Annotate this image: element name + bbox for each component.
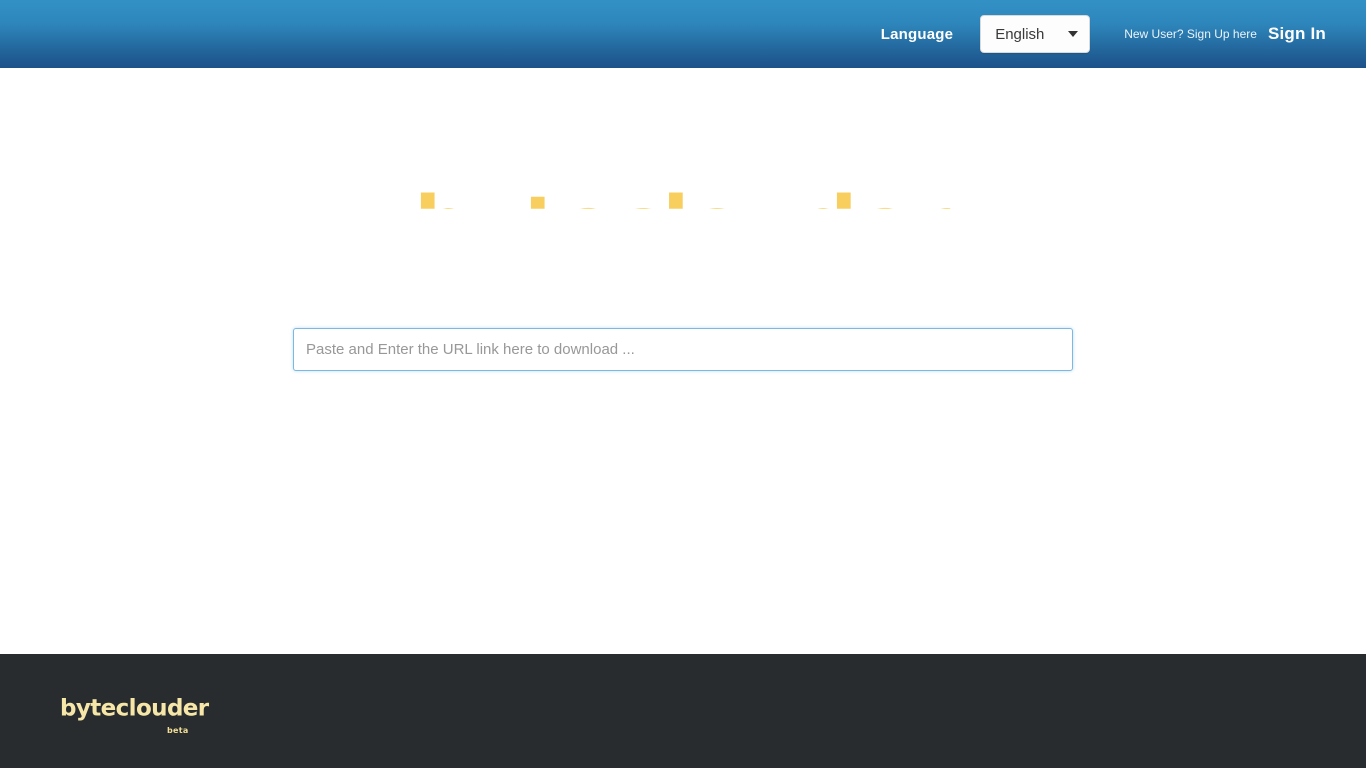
language-select-value: English (995, 25, 1045, 43)
footer-logo: byteclouder (60, 695, 209, 722)
site-header: Language English New User? Sign Up here … (0, 0, 1366, 68)
brand-title-container: byteclouder (0, 178, 1366, 328)
page-title: byteclouder (414, 181, 952, 271)
footer-logo-beta-badge: beta (167, 726, 189, 735)
url-input-container (293, 328, 1073, 371)
signup-link[interactable]: New User? Sign Up here (1124, 27, 1257, 41)
url-input[interactable] (293, 328, 1073, 371)
chevron-down-icon (1068, 31, 1079, 37)
language-label: Language (880, 25, 954, 43)
site-footer: byteclouder beta Terms.Privacy.Copyright… (0, 654, 1366, 768)
header-right-group: Language English New User? Sign Up here … (881, 15, 1326, 53)
main-content: byteclouder (0, 68, 1366, 654)
signin-link[interactable]: Sign In (1268, 24, 1326, 44)
language-select[interactable]: English (980, 15, 1091, 53)
